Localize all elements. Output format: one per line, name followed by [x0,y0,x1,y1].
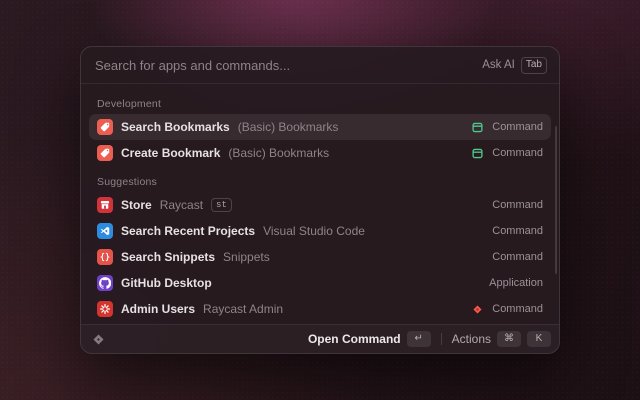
section-header: Development [89,88,551,114]
item-type-label: Application [489,277,543,289]
k-key-badge: K [527,331,551,347]
browser-icon [471,147,484,160]
ask-ai-button[interactable]: Ask AI Tab [482,57,547,74]
item-subtitle: Raycast Admin [203,302,283,316]
footer-bar: Open Command ↵ Actions ⌘ K [81,324,559,353]
search-bar: Ask AI Tab [81,47,559,84]
results-list: Development Search Bookmarks (Basic) Boo… [81,84,559,324]
item-title: Admin Users [121,302,195,316]
item-subtitle: Raycast [160,198,203,212]
item-type-label: Command [492,199,543,211]
ask-ai-label: Ask AI [482,59,515,71]
raycast-red-icon [471,303,484,316]
open-command-label: Open Command [308,332,401,346]
scrollbar[interactable] [555,126,557,274]
item-type-label: Command [492,147,543,159]
footer-divider [441,333,442,345]
cmd-key-badge: ⌘ [497,331,521,347]
list-item[interactable]: GitHub Desktop Application [89,270,551,296]
bookmarks-icon [97,145,113,161]
list-item[interactable]: Search Snippets Snippets Command [89,244,551,270]
item-type-label: Command [492,251,543,263]
item-type-label: Command [492,225,543,237]
actions-button[interactable]: Actions ⌘ K [452,331,551,347]
item-subtitle: (Basic) Bookmarks [228,146,329,160]
list-item[interactable]: Search Recent Projects Visual Studio Cod… [89,218,551,244]
item-title: Search Recent Projects [121,224,255,238]
item-title: Search Snippets [121,250,215,264]
item-title: GitHub Desktop [121,276,212,290]
list-item[interactable]: Search Bookmarks (Basic) Bookmarks Comma… [89,114,551,140]
snippets-icon [97,249,113,265]
list-item[interactable]: Store Raycast st Command [89,192,551,218]
item-subtitle: Snippets [223,250,270,264]
section-header: Suggestions [89,166,551,192]
github-icon [97,275,113,291]
list-item[interactable]: Admin Users Raycast Admin Command [89,296,551,322]
item-subtitle: (Basic) Bookmarks [238,120,339,134]
raycast-launcher: Ask AI Tab Development Search Bookmarks … [80,46,560,354]
item-type-label: Command [492,303,543,315]
return-key-badge: ↵ [407,331,431,347]
list-item[interactable]: Create Bookmark (Basic) Bookmarks Comman… [89,140,551,166]
section-header: Commands [89,322,551,324]
actions-label: Actions [452,332,491,346]
item-title: Create Bookmark [121,146,220,160]
item-alias-badge: st [211,198,232,213]
open-command-button[interactable]: Open Command ↵ [308,331,431,347]
store-icon [97,197,113,213]
vscode-icon [97,223,113,239]
item-title: Store [121,198,152,212]
raycast-logo-icon [91,332,106,347]
item-type-label: Command [492,121,543,133]
search-input[interactable] [93,57,474,74]
tab-key-badge: Tab [521,57,547,74]
item-title: Search Bookmarks [121,120,230,134]
bookmarks-icon [97,119,113,135]
item-subtitle: Visual Studio Code [263,224,365,238]
admin-icon [97,301,113,317]
browser-icon [471,121,484,134]
